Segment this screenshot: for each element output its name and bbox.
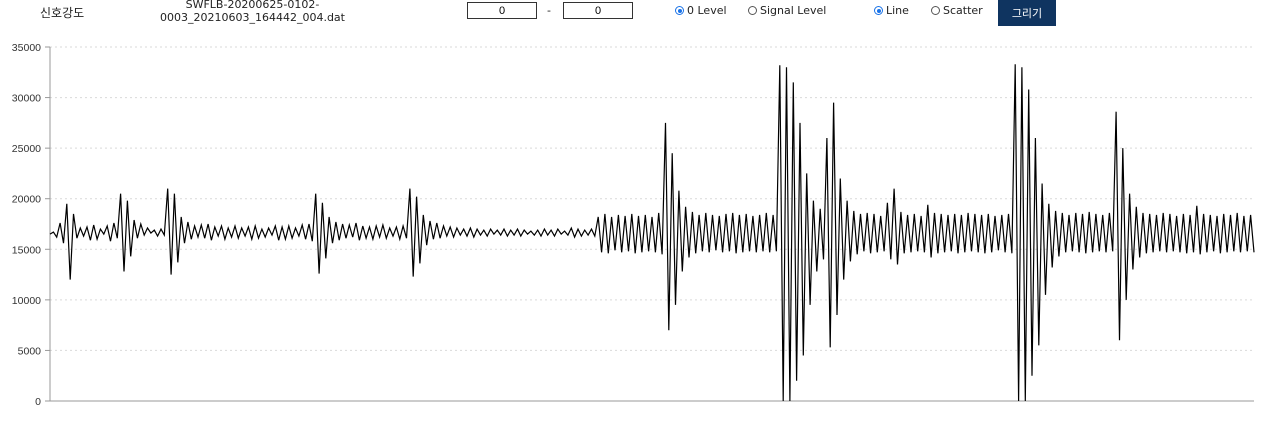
scatter-radio[interactable]: Scatter [931, 4, 983, 17]
y-axis-ticks: 0 5000 10000 15000 20000 25000 30000 35000 [12, 42, 50, 408]
signal-level-label: Signal Level [760, 4, 827, 17]
chart-svg: 0 5000 10000 15000 20000 25000 30000 35000 [12, 42, 1255, 408]
radio-dot-icon [931, 6, 940, 15]
draw-button[interactable]: 그리기 [998, 0, 1056, 26]
signal-chart: 0 5000 10000 15000 20000 25000 30000 35000 [0, 38, 1262, 420]
signal-strength-label: 신호강도 [40, 6, 85, 20]
chart-grid [50, 46, 1254, 351]
y-tick-label: 10000 [12, 295, 41, 307]
zero-level-radio[interactable]: 0 Level [675, 4, 727, 17]
line-radio[interactable]: Line [874, 4, 909, 17]
toolbar: 신호강도 SWFLB-20200625-0102- 0003_20210603_… [0, 0, 1262, 30]
range-to-input[interactable] [563, 2, 633, 19]
y-tick-label: 25000 [12, 143, 41, 155]
radio-dot-icon [874, 6, 883, 15]
filename-line-1: SWFLB-20200625-0102- [185, 0, 320, 11]
scatter-label: Scatter [943, 4, 983, 17]
y-tick-label: 20000 [12, 194, 41, 206]
radio-dot-icon [675, 6, 684, 15]
y-tick-label: 5000 [18, 345, 42, 357]
line-label: Line [886, 4, 909, 17]
signal-level-radio[interactable]: Signal Level [748, 4, 826, 17]
filename-line-2: 0003_20210603_164442_004.dat [159, 11, 345, 24]
y-tick-label: 30000 [12, 93, 41, 105]
y-tick-label: 15000 [12, 244, 41, 256]
y-tick-label: 0 [35, 396, 41, 408]
filename-label: SWFLB-20200625-0102- 0003_20210603_16444… [150, 0, 355, 24]
range-separator: - [547, 4, 551, 17]
zero-level-label: 0 Level [687, 4, 727, 17]
range-from-input[interactable] [467, 2, 537, 19]
radio-dot-icon [748, 6, 757, 15]
y-tick-label: 35000 [12, 42, 41, 54]
